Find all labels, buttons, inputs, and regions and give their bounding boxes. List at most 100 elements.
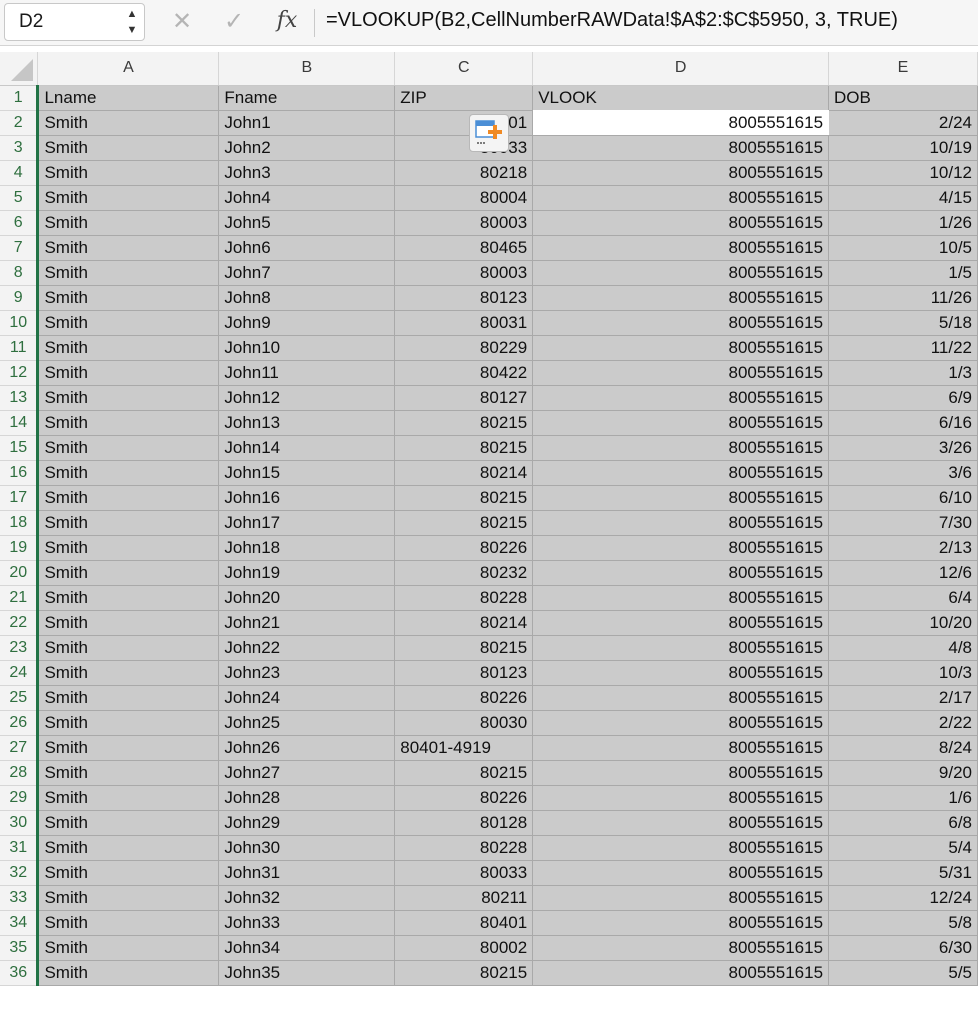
cell-dob[interactable]: 2/17 (828, 685, 978, 711)
cell-zip[interactable]: 80465 (394, 235, 534, 261)
spreadsheet-grid[interactable]: A B C D E 1 Lname Fname ZIP VLOOK DOB 2 Smith Jo… (0, 52, 978, 986)
cell-lname[interactable]: Smith (37, 335, 220, 361)
cell-zip[interactable]: 80214 (394, 460, 534, 486)
cell-fname[interactable]: John21 (218, 610, 396, 636)
cell-lname[interactable]: Smith (37, 885, 220, 911)
cell-fname[interactable]: John20 (218, 585, 396, 611)
row-header[interactable]: 22 (0, 610, 40, 636)
cell-dob[interactable]: 3/26 (828, 435, 978, 461)
cell-vlook[interactable]: 8005551615 (532, 235, 830, 261)
row-header[interactable]: 16 (0, 460, 40, 486)
cell-fname[interactable]: John33 (218, 910, 396, 936)
cell-fname[interactable]: John2 (218, 135, 396, 161)
row-header[interactable]: 32 (0, 860, 40, 886)
row-header[interactable]: 8 (0, 260, 40, 286)
cell-vlook[interactable]: 8005551615 (532, 485, 830, 511)
row-header[interactable]: 35 (0, 935, 40, 961)
cell-lname[interactable]: Smith (37, 160, 220, 186)
cell-lname[interactable]: Smith (37, 435, 220, 461)
cell-lname[interactable]: Smith (37, 910, 220, 936)
cell-fname[interactable]: John15 (218, 460, 396, 486)
row-header[interactable]: 23 (0, 635, 40, 661)
cell-dob[interactable]: 10/19 (828, 135, 978, 161)
cell-zip[interactable]: 80031 (394, 310, 534, 336)
cell-zip[interactable]: 80228 (394, 585, 534, 611)
cell-zip[interactable]: 80226 (394, 685, 534, 711)
cell-lname[interactable]: Smith (37, 660, 220, 686)
row-header[interactable]: 10 (0, 310, 40, 336)
row-header[interactable]: 25 (0, 685, 40, 711)
cell-zip[interactable]: ZIP (394, 85, 534, 111)
cell-dob[interactable]: 5/5 (828, 960, 978, 986)
cell-dob[interactable]: 1/26 (828, 210, 978, 236)
cell-lname[interactable]: Smith (37, 235, 220, 261)
cell-dob[interactable]: 6/10 (828, 485, 978, 511)
cell-zip[interactable]: 80215 (394, 510, 534, 536)
cell-fname[interactable]: John18 (218, 535, 396, 561)
cell-dob[interactable]: 1/3 (828, 360, 978, 386)
cell-vlook[interactable]: 8005551615 (532, 635, 830, 661)
cell-zip[interactable]: 80229 (394, 335, 534, 361)
cell-lname[interactable]: Smith (37, 510, 220, 536)
cell-fname[interactable]: John23 (218, 660, 396, 686)
row-header[interactable]: 7 (0, 235, 40, 261)
cell-vlook[interactable]: 8005551615 (532, 185, 830, 211)
cell-vlook[interactable]: 8005551615 (532, 160, 830, 186)
cell-fname[interactable]: John30 (218, 835, 396, 861)
cell-fname[interactable]: Fname (218, 85, 396, 111)
cell-dob[interactable]: 5/31 (828, 860, 978, 886)
cell-vlook[interactable]: 8005551615 (532, 860, 830, 886)
chevron-up-icon[interactable]: ▲ (125, 7, 139, 21)
cell-zip[interactable]: 80226 (394, 535, 534, 561)
cell-lname[interactable]: Smith (37, 210, 220, 236)
cell-lname[interactable]: Smith (37, 710, 220, 736)
cell-dob[interactable]: 7/30 (828, 510, 978, 536)
cell-vlook[interactable]: 8005551615 (532, 510, 830, 536)
cell-dob[interactable]: 2/22 (828, 710, 978, 736)
cell-lname[interactable]: Smith (37, 635, 220, 661)
name-box[interactable]: D2 ▲ ▼ (4, 3, 145, 41)
cell-lname[interactable]: Smith (37, 560, 220, 586)
cell-vlook[interactable]: 8005551615 (532, 935, 830, 961)
cell-fname[interactable]: John7 (218, 260, 396, 286)
cell-zip[interactable]: 80401-4919 (394, 735, 534, 761)
row-header[interactable]: 15 (0, 435, 40, 461)
cell-zip[interactable]: 80127 (394, 385, 534, 411)
cell-zip[interactable]: 80123 (394, 285, 534, 311)
cell-dob[interactable]: 12/24 (828, 885, 978, 911)
cell-dob[interactable]: 6/30 (828, 935, 978, 961)
cell-dob[interactable]: 5/18 (828, 310, 978, 336)
cell-fname[interactable]: John27 (218, 760, 396, 786)
chevron-down-icon[interactable]: ▼ (125, 23, 139, 37)
cell-dob[interactable]: 2/13 (828, 535, 978, 561)
cell-dob[interactable]: 10/5 (828, 235, 978, 261)
row-header[interactable]: 17 (0, 485, 40, 511)
cell-zip[interactable]: 80128 (394, 810, 534, 836)
cell-zip[interactable]: 80003 (394, 210, 534, 236)
row-header[interactable]: 11 (0, 335, 40, 361)
cell-vlook[interactable]: 8005551615 (532, 135, 830, 161)
cell-vlook[interactable]: 8005551615 (532, 385, 830, 411)
row-header[interactable]: 29 (0, 785, 40, 811)
cell-dob[interactable]: 12/6 (828, 560, 978, 586)
cell-vlook[interactable]: 8005551615 (532, 785, 830, 811)
cell-zip[interactable]: 80215 (394, 635, 534, 661)
row-header[interactable]: 31 (0, 835, 40, 861)
cell-vlook[interactable]: 8005551615 (532, 660, 830, 686)
cell-fname[interactable]: John34 (218, 935, 396, 961)
row-header[interactable]: 2 (0, 110, 40, 136)
cell-dob[interactable]: 10/3 (828, 660, 978, 686)
column-header-e[interactable]: E (828, 52, 978, 86)
cell-vlook[interactable]: 8005551615 (532, 560, 830, 586)
cell-vlook[interactable]: 8005551615 (532, 360, 830, 386)
column-header-d[interactable]: D (532, 52, 830, 86)
cell-zip[interactable]: 80033 (394, 135, 534, 161)
cell-lname[interactable]: Smith (37, 410, 220, 436)
cell-zip[interactable]: 80033 (394, 860, 534, 886)
row-header[interactable]: 36 (0, 960, 40, 986)
cell-dob[interactable]: 6/8 (828, 810, 978, 836)
cell-vlook[interactable]: 8005551615 (532, 535, 830, 561)
row-header[interactable]: 30 (0, 810, 40, 836)
cell-lname[interactable]: Smith (37, 760, 220, 786)
cell-fname[interactable]: John26 (218, 735, 396, 761)
